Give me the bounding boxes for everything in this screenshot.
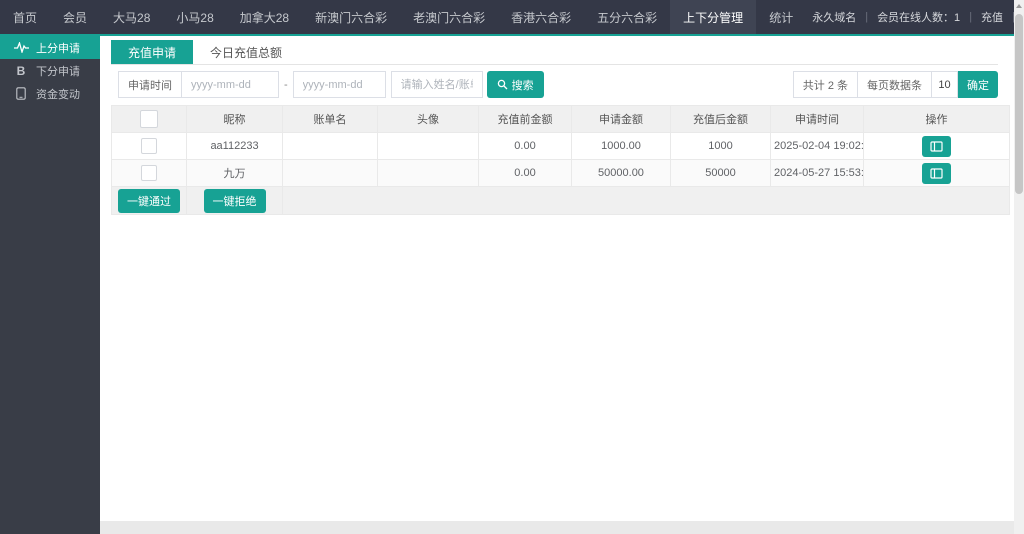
permanent-domain-link[interactable]: 永久域名 bbox=[806, 9, 862, 25]
main-menu: 首页 会员 大马28 小马28 加拿大28 新澳门六合彩 老澳门六合彩 香港六合… bbox=[0, 0, 806, 34]
navbar-user-area: 永久域名 | 会员在线人数：1 | 充值 | 提现 | admin | 更新缓存… bbox=[806, 0, 1024, 34]
sidebar-item-label: 下分申请 bbox=[36, 63, 80, 79]
main-content: 充值申请 今日充值总额 申请时间 - 搜索 共计 2 条 每页数据条 确定 bbox=[100, 36, 1014, 534]
page-size-label: 每页数据条 bbox=[858, 71, 932, 98]
content-tabs: 充值申请 今日充值总额 bbox=[111, 40, 998, 65]
col-header-request-amount: 申请金额 bbox=[572, 106, 671, 133]
cell-avatar bbox=[378, 133, 479, 160]
cell-avatar bbox=[378, 160, 479, 187]
recharge-requests-table: 昵称 账单名 头像 充值前金额 申请金额 充值后金额 申请时间 操作 aa112… bbox=[111, 105, 1010, 215]
sidebar-item-label: 上分申请 bbox=[36, 40, 80, 56]
row-checkbox[interactable] bbox=[141, 138, 157, 154]
nav-item-new-macau-lottery[interactable]: 新澳门六合彩 bbox=[302, 0, 400, 34]
nav-item-fivemin-lottery[interactable]: 五分六合彩 bbox=[584, 0, 670, 34]
nav-separator: | bbox=[966, 11, 975, 23]
cell-request-time: 2024-05-27 15:53:39 bbox=[771, 160, 864, 187]
cell-after-amount: 50000 bbox=[671, 160, 771, 187]
row-detail-button[interactable] bbox=[922, 163, 951, 184]
col-header-nickname: 昵称 bbox=[187, 106, 283, 133]
cell-after-amount: 1000 bbox=[671, 133, 771, 160]
letter-b-icon: B bbox=[13, 64, 29, 78]
batch-approve-button[interactable]: 一键通过 bbox=[118, 189, 180, 213]
end-date-input[interactable] bbox=[293, 71, 386, 98]
cell-nickname: aa112233 bbox=[187, 133, 283, 160]
nav-item-home[interactable]: 首页 bbox=[0, 0, 50, 34]
select-all-checkbox[interactable] bbox=[140, 110, 158, 128]
date-range-separator: - bbox=[284, 79, 288, 91]
tab-today-recharge-total[interactable]: 今日充值总额 bbox=[193, 40, 299, 64]
col-header-after-amount: 充值后金额 bbox=[671, 106, 771, 133]
window-icon bbox=[930, 168, 943, 179]
search-icon bbox=[497, 79, 508, 90]
nav-item-hongkong-lottery[interactable]: 香港六合彩 bbox=[498, 0, 584, 34]
row-checkbox[interactable] bbox=[141, 165, 157, 181]
cell-before-amount: 0.00 bbox=[479, 160, 572, 187]
row-detail-button[interactable] bbox=[922, 136, 951, 157]
table-row: aa112233 0.00 1000.00 1000 2025-02-04 19… bbox=[112, 133, 1010, 160]
table-header-row: 昵称 账单名 头像 充值前金额 申请金额 充值后金额 申请时间 操作 bbox=[112, 106, 1010, 133]
cell-bill-name bbox=[283, 160, 378, 187]
nav-item-xiaoma28[interactable]: 小马28 bbox=[163, 0, 226, 34]
scroll-up-arrow-icon[interactable] bbox=[1016, 4, 1022, 8]
sidebar: 上分申请 B 下分申请 资金变动 bbox=[0, 36, 100, 534]
confirm-button[interactable]: 确定 bbox=[958, 71, 998, 98]
filter-toolbar: 申请时间 - 搜索 共计 2 条 每页数据条 确定 bbox=[111, 71, 998, 98]
nav-item-statistics[interactable]: 统计 bbox=[756, 0, 806, 34]
nav-item-dama28[interactable]: 大马28 bbox=[100, 0, 163, 34]
vertical-scrollbar-thumb[interactable] bbox=[1015, 14, 1023, 194]
vertical-scrollbar[interactable] bbox=[1014, 0, 1024, 534]
batch-reject-button[interactable]: 一键拒绝 bbox=[204, 189, 266, 213]
search-input[interactable] bbox=[391, 71, 483, 98]
sidebar-item-points-down-request[interactable]: B 下分申请 bbox=[0, 59, 100, 82]
window-icon bbox=[930, 141, 943, 152]
total-count-label: 共计 2 条 bbox=[793, 71, 858, 98]
page-size-input[interactable] bbox=[932, 71, 958, 98]
sidebar-item-fund-changes[interactable]: 资金变动 bbox=[0, 82, 100, 105]
col-header-request-time: 申请时间 bbox=[771, 106, 864, 133]
col-header-operation: 操作 bbox=[864, 106, 1010, 133]
nav-item-old-macau-lottery[interactable]: 老澳门六合彩 bbox=[400, 0, 498, 34]
recharge-link[interactable]: 充值 bbox=[975, 9, 1009, 25]
tab-recharge-requests[interactable]: 充值申请 bbox=[111, 40, 193, 64]
mobile-phone-icon bbox=[13, 87, 29, 100]
nav-separator: | bbox=[862, 11, 871, 23]
cell-request-time: 2025-02-04 19:02:37 bbox=[771, 133, 864, 160]
col-header-avatar: 头像 bbox=[378, 106, 479, 133]
col-header-before-amount: 充值前金额 bbox=[479, 106, 572, 133]
top-navbar: 首页 会员 大马28 小马28 加拿大28 新澳门六合彩 老澳门六合彩 香港六合… bbox=[0, 0, 1024, 36]
nav-item-members[interactable]: 会员 bbox=[50, 0, 100, 34]
cell-before-amount: 0.00 bbox=[479, 133, 572, 160]
request-time-label: 申请时间 bbox=[118, 71, 182, 98]
pagination-controls: 共计 2 条 每页数据条 确定 bbox=[793, 71, 998, 98]
horizontal-scrollbar[interactable] bbox=[100, 521, 1014, 534]
pulse-icon bbox=[13, 42, 29, 53]
cell-request-amount: 50000.00 bbox=[572, 160, 671, 187]
search-button-label: 搜索 bbox=[512, 77, 534, 93]
nav-item-updown-management[interactable]: 上下分管理 bbox=[670, 0, 756, 34]
nav-item-canada28[interactable]: 加拿大28 bbox=[227, 0, 302, 34]
online-count-label: 会员在线人数：1 bbox=[871, 9, 966, 25]
cell-request-amount: 1000.00 bbox=[572, 133, 671, 160]
start-date-input[interactable] bbox=[182, 71, 279, 98]
search-button[interactable]: 搜索 bbox=[487, 71, 544, 98]
cell-bill-name bbox=[283, 133, 378, 160]
col-header-bill-name: 账单名 bbox=[283, 106, 378, 133]
sidebar-item-points-up-request[interactable]: 上分申请 bbox=[0, 36, 100, 59]
sidebar-item-label: 资金变动 bbox=[36, 86, 80, 102]
table-footer-row: 一键通过 一键拒绝 bbox=[112, 187, 1010, 215]
cell-nickname: 九万 bbox=[187, 160, 283, 187]
table-row: 九万 0.00 50000.00 50000 2024-05-27 15:53:… bbox=[112, 160, 1010, 187]
